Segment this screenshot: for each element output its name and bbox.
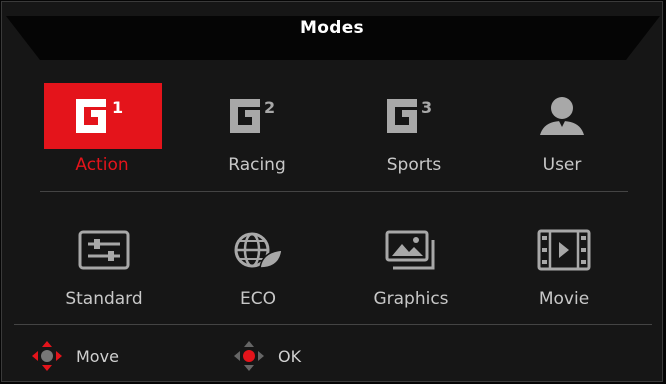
svg-text:2: 2	[264, 98, 275, 117]
mode-label: User	[542, 155, 582, 175]
g2-icon: 2	[197, 83, 317, 149]
mode-user-tile[interactable]: User	[502, 83, 622, 193]
mode-label: Action	[75, 155, 129, 175]
mode-movie-tile[interactable]: Movie	[504, 217, 624, 327]
mode-action-tile[interactable]: 1 Action	[42, 83, 162, 193]
user-icon	[502, 83, 622, 149]
dpad-ok-icon	[234, 341, 264, 371]
footer-ok: OK	[232, 341, 302, 371]
mode-sports-tile[interactable]: 3 Sports	[354, 83, 474, 193]
eco-globe-icon	[198, 217, 318, 283]
menu-header: Modes	[2, 2, 662, 60]
dpad-move-icon	[32, 341, 62, 371]
g3-icon: 3	[354, 83, 474, 149]
page-title: Modes	[300, 18, 364, 38]
sliders-icon	[44, 217, 164, 283]
footer-divider	[14, 324, 652, 325]
svg-text:1: 1	[112, 98, 123, 117]
mode-label: Racing	[228, 155, 286, 175]
mode-graphics-tile[interactable]: Graphics	[351, 217, 471, 327]
mode-label: Sports	[386, 155, 442, 175]
ok-label: OK	[278, 346, 302, 366]
pictures-icon	[351, 217, 471, 283]
film-icon	[504, 217, 624, 283]
mode-racing-tile[interactable]: 2 Racing	[197, 83, 317, 193]
move-label: Move	[76, 346, 119, 366]
row-divider	[40, 191, 628, 192]
mode-label: Standard	[65, 289, 143, 309]
mode-label: Graphics	[373, 289, 449, 309]
mode-label: Movie	[538, 289, 590, 309]
footer-move: Move	[30, 341, 119, 371]
mode-label: ECO	[240, 289, 276, 309]
mode-standard-tile[interactable]: Standard	[44, 217, 164, 327]
g1-icon: 1	[44, 83, 162, 149]
osd-menu: Modes 1 Action 2 Racing 3 Sports User St…	[1, 1, 663, 382]
mode-eco-tile[interactable]: ECO	[198, 217, 318, 327]
svg-text:3: 3	[421, 98, 432, 117]
